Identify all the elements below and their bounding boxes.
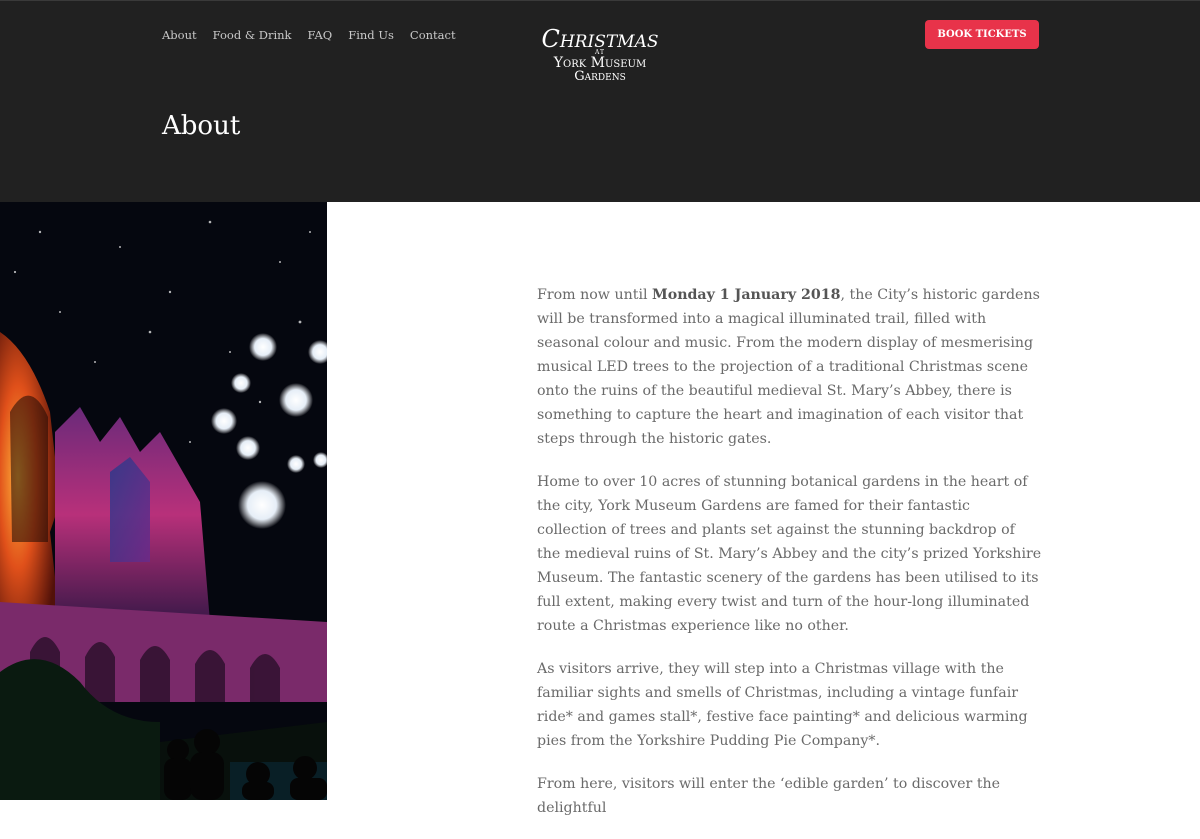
paragraph-intro: From now until Monday 1 January 2018, th… — [537, 283, 1042, 451]
paragraph-gardens: Home to over 10 acres of stunning botani… — [537, 474, 1042, 634]
book-tickets-button[interactable]: BOOK TICKETS — [925, 20, 1039, 49]
site-logo[interactable]: Christmas AT York Museum Gardens — [532, 26, 668, 86]
nav-about[interactable]: About — [162, 27, 197, 43]
paragraph-edible-garden: From here, visitors will enter the ‘edib… — [537, 776, 1001, 816]
page-title: About — [162, 111, 241, 141]
intro-text-end: , the City’s historic gardens will be tr… — [537, 287, 1040, 447]
nav-contact[interactable]: Contact — [410, 27, 456, 43]
abbey-ruins-illuminated-image — [0, 202, 327, 800]
intro-text-start: From now until — [537, 287, 653, 303]
site-header: About Food & Drink FAQ Find Us Contact C… — [0, 0, 1200, 202]
nav-faq[interactable]: FAQ — [308, 27, 333, 43]
main-nav: About Food & Drink FAQ Find Us Contact — [162, 27, 472, 43]
nav-find-us[interactable]: Find Us — [348, 27, 394, 43]
top-border — [0, 0, 1200, 1]
logo-gardens: Gardens — [574, 69, 626, 84]
about-content: From now until Monday 1 January 2018, th… — [537, 283, 1042, 839]
logo-york-museum: York Museum — [553, 55, 647, 71]
nav-food-drink[interactable]: Food & Drink — [213, 27, 292, 43]
intro-date: Monday 1 January 2018 — [652, 287, 841, 303]
hero-image — [0, 202, 327, 800]
paragraph-village: As visitors arrive, they will step into … — [537, 661, 1028, 749]
